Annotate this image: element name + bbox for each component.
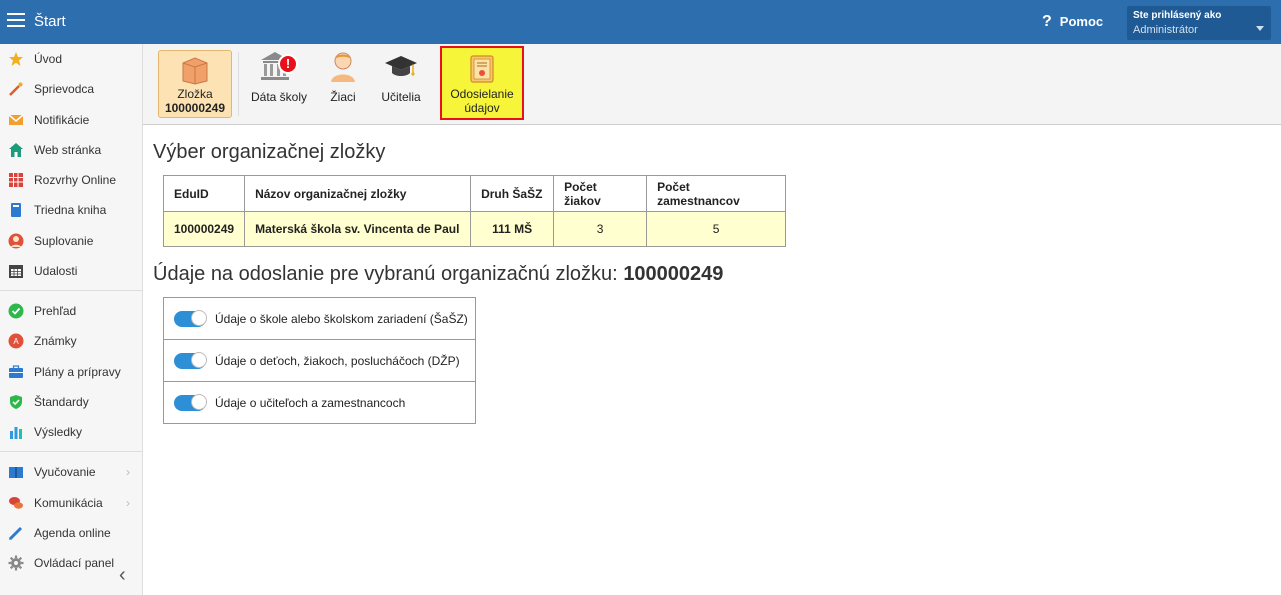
toolbar: Zložka 100000249 ! Dáta školy Žiaci Učit… bbox=[143, 44, 1281, 125]
sidebar-item-triedna-kniha[interactable]: Triedna kniha bbox=[0, 196, 142, 224]
wand-icon bbox=[9, 82, 23, 96]
toggle-row-students: Údaje o deťoch, žiakoch, poslucháčoch (D… bbox=[164, 340, 475, 382]
teachers-button[interactable]: Učitelia bbox=[376, 50, 426, 116]
gear-icon bbox=[8, 555, 24, 571]
check-circle-icon bbox=[8, 303, 24, 319]
toggle-label: Údaje o deťoch, žiakoch, poslucháčoch (D… bbox=[215, 354, 460, 368]
sidebar-item-plany-a-pripravy[interactable]: Plány a prípravy bbox=[0, 358, 142, 386]
sidebar-item-vyucovanie[interactable]: Vyučovanie › bbox=[0, 458, 142, 486]
svg-text:A: A bbox=[13, 337, 19, 346]
student-icon bbox=[331, 52, 355, 82]
org-unit-table: EduID Názov organizačnej zložky Druh ŠaŠ… bbox=[162, 175, 787, 247]
sidebar-item-suplovanie[interactable]: Suplovanie bbox=[0, 227, 142, 255]
bar-chart-icon bbox=[10, 427, 22, 439]
folder-button[interactable]: Zložka 100000249 bbox=[158, 50, 232, 118]
sidebar-item-agenda-online[interactable]: Agenda online bbox=[0, 519, 142, 547]
sidebar: Úvod Sprievodca Notifikácie Web stránka … bbox=[0, 44, 143, 595]
cell-eduid: 100000249 bbox=[162, 211, 246, 247]
sidebar-divider bbox=[0, 290, 142, 291]
sidebar-item-uvod[interactable]: Úvod bbox=[0, 45, 142, 73]
user-name: Administrátor bbox=[1133, 24, 1198, 36]
graduation-cap-icon bbox=[385, 56, 417, 76]
column-header-type: Druh ŠaŠZ bbox=[470, 175, 555, 212]
user-caption: Ste prihlásený ako bbox=[1133, 10, 1222, 21]
alert-icon: ! bbox=[278, 54, 298, 74]
students-button[interactable]: Žiaci bbox=[323, 50, 363, 116]
toggle-switch-teachers[interactable] bbox=[174, 394, 207, 411]
house-icon bbox=[9, 143, 23, 157]
caret-down-icon bbox=[1256, 26, 1264, 31]
table-header-row: EduID Názov organizačnej zložky Druh ŠaŠ… bbox=[162, 175, 787, 212]
briefcase-icon bbox=[9, 365, 23, 378]
section-title: Údaje na odoslanie pre vybranú organizač… bbox=[153, 263, 724, 285]
top-bar: Štart ? Pomoc Ste prihlásený ako Administ… bbox=[0, 0, 1281, 44]
grade-icon: A bbox=[8, 333, 24, 349]
sidebar-item-notifikacie[interactable]: Notifikácie bbox=[0, 106, 142, 134]
sidebar-item-komunikacia[interactable]: Komunikácia › bbox=[0, 489, 142, 517]
cell-employees: 5 bbox=[646, 211, 787, 247]
send-data-label-2: údajov bbox=[464, 101, 500, 115]
send-data-label-1: Odosielanie bbox=[450, 87, 514, 101]
sidebar-item-prehlad[interactable]: Prehľad bbox=[0, 297, 142, 325]
collapse-sidebar-icon[interactable]: ‹ bbox=[119, 564, 126, 587]
shield-check-icon bbox=[10, 395, 22, 409]
toggle-switch-students[interactable] bbox=[174, 352, 207, 369]
chevron-right-icon: › bbox=[126, 496, 130, 510]
chat-icon bbox=[9, 497, 23, 509]
cell-students: 3 bbox=[553, 211, 648, 247]
toggle-label: Údaje o učiteľoch a zamestnancoch bbox=[215, 396, 406, 410]
teachers-label: Učitelia bbox=[381, 90, 421, 104]
book-icon bbox=[11, 203, 21, 217]
cell-type: 111 MŠ bbox=[470, 211, 555, 247]
table-row[interactable]: 100000249 Materská škola sv. Vincenta de… bbox=[162, 211, 787, 247]
school-data-button[interactable]: ! Dáta školy bbox=[248, 50, 310, 116]
person-icon bbox=[8, 233, 24, 249]
toggle-switch-school[interactable] bbox=[174, 310, 207, 327]
column-header-name: Názov organizačnej zložky bbox=[244, 175, 472, 212]
cell-name: Materská škola sv. Vincenta de Paul bbox=[244, 211, 472, 247]
sidebar-item-udalosti[interactable]: Udalosti bbox=[0, 257, 142, 285]
sidebar-item-sprievodca[interactable]: Sprievodca bbox=[0, 75, 142, 103]
selected-org-id: 100000249 bbox=[623, 263, 724, 285]
column-header-students: Počet žiakov bbox=[553, 175, 648, 212]
toggle-row-teachers: Údaje o učiteľoch a zamestnancoch bbox=[164, 382, 475, 423]
envelope-icon bbox=[8, 114, 24, 125]
pencil-icon bbox=[8, 526, 23, 541]
sidebar-divider bbox=[0, 451, 142, 452]
folder-id: 100000249 bbox=[164, 101, 226, 115]
column-header-eduid: EduID bbox=[162, 175, 246, 212]
user-menu[interactable]: Ste prihlásený ako Administrátor bbox=[1127, 6, 1271, 40]
help-button[interactable]: ? Pomoc bbox=[1042, 13, 1103, 31]
page-title: Výber organizačnej zložky bbox=[153, 141, 386, 163]
star-icon bbox=[9, 52, 23, 66]
open-book-icon bbox=[9, 467, 23, 478]
calendar-icon bbox=[9, 265, 23, 278]
sidebar-item-rozvrhy-online[interactable]: Rozvrhy Online bbox=[0, 166, 142, 194]
data-toggles: Údaje o škole alebo školskom zariadení (… bbox=[163, 297, 476, 424]
column-header-employees: Počet zamestnancov bbox=[646, 175, 787, 212]
grid-calendar-icon bbox=[9, 173, 23, 187]
question-icon: ? bbox=[1042, 13, 1052, 30]
menu-icon[interactable] bbox=[7, 13, 25, 29]
toolbar-divider bbox=[238, 52, 239, 116]
toggle-label: Údaje o škole alebo školskom zariadení (… bbox=[215, 312, 468, 326]
sidebar-item-web-stranka[interactable]: Web stránka bbox=[0, 136, 142, 164]
send-data-button[interactable]: Odosielanie údajov bbox=[440, 46, 524, 120]
chevron-right-icon: › bbox=[126, 465, 130, 479]
sidebar-item-vysledky[interactable]: Výsledky bbox=[0, 418, 142, 446]
school-data-label: Dáta školy bbox=[250, 90, 308, 104]
box-icon bbox=[182, 57, 208, 85]
students-label: Žiaci bbox=[330, 90, 356, 104]
folder-label: Zložka bbox=[177, 87, 213, 101]
sidebar-item-standardy[interactable]: Štandardy bbox=[0, 388, 142, 416]
sidebar-item-znamky[interactable]: A Známky bbox=[0, 327, 142, 355]
app-title[interactable]: Štart bbox=[34, 13, 66, 30]
certificate-icon bbox=[470, 55, 494, 83]
toggle-row-school: Údaje o škole alebo školskom zariadení (… bbox=[164, 298, 475, 340]
